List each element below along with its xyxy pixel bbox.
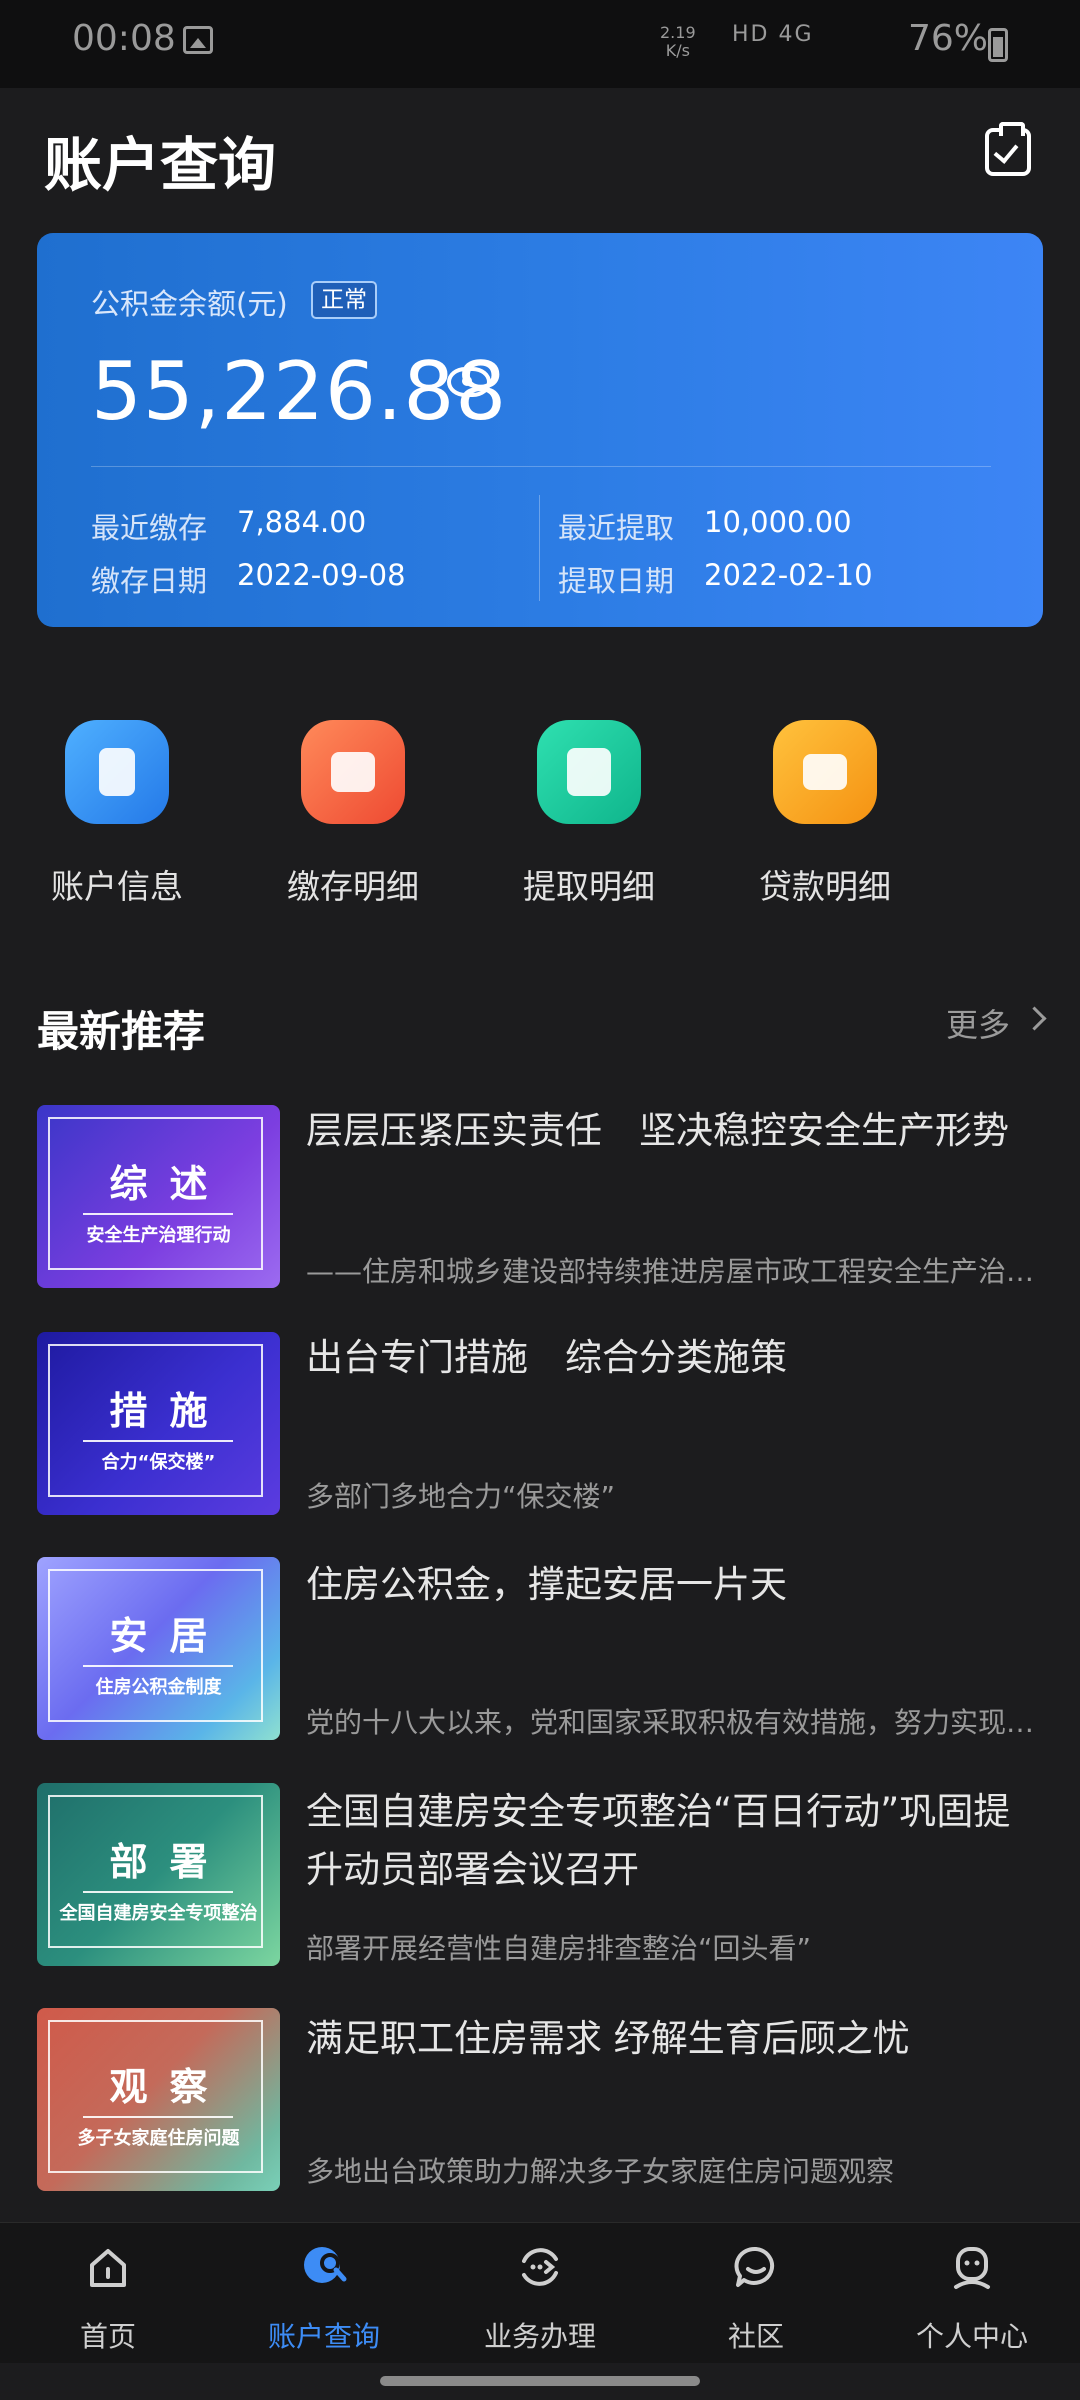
card-icon bbox=[773, 720, 877, 824]
thumbnail-subtitle: 安全生产治理行动 bbox=[86, 1225, 231, 1246]
nav-account-query[interactable]: 账户查询 bbox=[216, 2223, 432, 2363]
more-link[interactable]: 更多 bbox=[946, 1000, 1010, 1046]
news-thumbnail: 安居 住房公积金制度 bbox=[37, 1557, 280, 1740]
quick-action-withdraw-details[interactable]: 提取明细 bbox=[489, 720, 689, 910]
thumbnail-title: 综述 bbox=[109, 1162, 230, 1206]
quick-action-label: 提取明细 bbox=[523, 867, 655, 906]
quick-action-account-info[interactable]: 账户信息 bbox=[17, 720, 217, 910]
thumbnail-title: 安居 bbox=[109, 1614, 230, 1658]
account-search-icon bbox=[304, 2247, 347, 2283]
battery-percent: 76% bbox=[908, 18, 989, 59]
clipboard-check-icon[interactable] bbox=[985, 122, 1031, 176]
thumbnail-subtitle: 多子女家庭住房问题 bbox=[77, 2128, 240, 2149]
chat-icon bbox=[734, 2246, 775, 2287]
quick-action-label: 缴存明细 bbox=[287, 867, 419, 906]
thumbnail-subtitle: 住房公积金制度 bbox=[95, 1677, 222, 1698]
quick-action-deposit-details[interactable]: 缴存明细 bbox=[253, 720, 453, 910]
news-item[interactable]: 观察 多子女家庭住房问题 满足职工住房需求 纾解生育后顾之忧 多地出台政策助力解… bbox=[0, 2008, 1080, 2198]
battery-icon bbox=[988, 28, 1008, 62]
thumbnail-title: 措施 bbox=[109, 1389, 230, 1433]
quick-action-label: 账户信息 bbox=[51, 867, 183, 906]
nav-label: 首页 bbox=[79, 2320, 136, 2353]
nav-profile[interactable]: 个人中心 bbox=[864, 2223, 1080, 2363]
news-item[interactable]: 综述 安全生产治理行动 层层压紧压实责任 坚决稳控安全生产形势 ——住房和城乡建… bbox=[0, 1100, 1080, 1290]
nav-label: 社区 bbox=[727, 2320, 784, 2353]
status-bar: 00:08 2.19 K/s HD 4G 76% bbox=[0, 0, 1080, 88]
status-time: 00:08 bbox=[72, 18, 176, 59]
news-subtitle: 多部门多地合力“保交楼” bbox=[306, 1480, 616, 1513]
phone-search-icon bbox=[65, 720, 169, 824]
withdraw-date-label: 提取日期 bbox=[558, 564, 675, 598]
quick-action-loan-details[interactable]: 贷款明细 bbox=[725, 720, 925, 910]
yuan-card-icon bbox=[537, 720, 641, 824]
news-subtitle: 多地出台政策助力解决多子女家庭住房问题观察 bbox=[306, 2155, 895, 2188]
news-subtitle: ——住房和城乡建设部持续推进房屋市政工程安全生产治理行动 bbox=[306, 1255, 1046, 1288]
nav-business[interactable]: 业务办理 bbox=[432, 2223, 648, 2363]
status-badge: 正常 bbox=[311, 281, 377, 319]
recent-withdraw-label: 最近提取 bbox=[558, 511, 675, 545]
page-title: 账户查询 bbox=[44, 131, 277, 199]
network-speed-unit: K/s bbox=[665, 41, 690, 60]
deposit-date-value: 2022-09-08 bbox=[237, 558, 406, 592]
home-indicator[interactable] bbox=[380, 2376, 700, 2386]
news-title: 满足职工住房需求 纾解生育后顾之忧 bbox=[306, 2017, 910, 2060]
card-vertical-divider bbox=[539, 495, 540, 601]
withdraw-date-value: 2022-02-10 bbox=[704, 558, 873, 592]
recent-deposit-label: 最近缴存 bbox=[91, 511, 208, 545]
deposit-date-label: 缴存日期 bbox=[91, 564, 208, 598]
card-divider bbox=[91, 466, 991, 467]
news-subtitle: 部署开展经营性自建房排查整治“回头看” bbox=[306, 1932, 812, 1965]
network-speed-value: 2.19 bbox=[660, 23, 696, 42]
business-icon bbox=[522, 2248, 558, 2286]
news-title: 住房公积金，撑起安居一片天 bbox=[306, 1563, 787, 1606]
news-title: 层层压紧压实责任 坚决稳控安全生产形势 bbox=[306, 1109, 1009, 1152]
eye-icon[interactable] bbox=[447, 367, 491, 397]
thumbnail-title: 观察 bbox=[109, 2065, 230, 2109]
news-subtitle: 党的十八大以来，党和国家采取积极有效措施，努力实现全体人民住有所居 bbox=[306, 1706, 1046, 1739]
nav-home[interactable]: 首页 bbox=[0, 2223, 216, 2363]
network-speed: 2.19 K/s bbox=[660, 24, 696, 60]
nav-community[interactable]: 社区 bbox=[648, 2223, 864, 2363]
recent-deposit-value: 7,884.00 bbox=[237, 505, 367, 539]
nav-label: 账户查询 bbox=[267, 2320, 380, 2353]
section-title: 最新推荐 bbox=[37, 1007, 206, 1056]
profile-icon bbox=[954, 2247, 990, 2289]
balance-label: 公积金余额(元) bbox=[91, 287, 288, 321]
balance-amount: 55,226.88 bbox=[91, 345, 508, 438]
news-thumbnail: 综述 安全生产治理行动 bbox=[37, 1105, 280, 1288]
news-item[interactable]: 措施 合力“保交楼” 出台专门措施 综合分类施策 多部门多地合力“保交楼” bbox=[0, 1327, 1080, 1517]
bottom-nav: 首页 账户查询 业务办理 社区 个人中心 bbox=[0, 2222, 1080, 2363]
home-icon bbox=[90, 2249, 126, 2287]
news-item[interactable]: 部署 全国自建房安全专项整治 全国自建房安全专项整治“百日行动”巩固提升动员部署… bbox=[0, 1781, 1080, 1971]
network-indicators: HD 4G bbox=[732, 22, 814, 47]
thumbnail-subtitle: 全国自建房安全专项整治 bbox=[59, 1903, 258, 1924]
thumbnail-title: 部署 bbox=[109, 1840, 230, 1884]
news-thumbnail: 观察 多子女家庭住房问题 bbox=[37, 2008, 280, 2191]
wallet-icon bbox=[301, 720, 405, 824]
news-thumbnail: 措施 合力“保交楼” bbox=[37, 1332, 280, 1515]
nav-label: 业务办理 bbox=[483, 2320, 596, 2353]
chevron-right-icon[interactable] bbox=[1022, 1006, 1047, 1031]
nav-label: 个人中心 bbox=[915, 2320, 1028, 2353]
news-title: 出台专门措施 综合分类施策 bbox=[306, 1336, 787, 1379]
recent-withdraw-value: 10,000.00 bbox=[704, 505, 852, 539]
quick-action-label: 贷款明细 bbox=[759, 867, 891, 906]
news-thumbnail: 部署 全国自建房安全专项整治 bbox=[37, 1783, 280, 1966]
news-item[interactable]: 安居 住房公积金制度 住房公积金，撑起安居一片天 党的十八大以来，党和国家采取积… bbox=[0, 1554, 1080, 1744]
thumbnail-subtitle: 合力“保交楼” bbox=[101, 1452, 216, 1473]
news-title: 全国自建房安全专项整治“百日行动”巩固提升动员部署会议召开 bbox=[306, 1790, 1011, 1891]
image-notification-icon bbox=[183, 26, 213, 54]
balance-card: 公积金余额(元) 正常 55,226.88 最近缴存 7,884.00 缴存日期… bbox=[37, 233, 1043, 627]
